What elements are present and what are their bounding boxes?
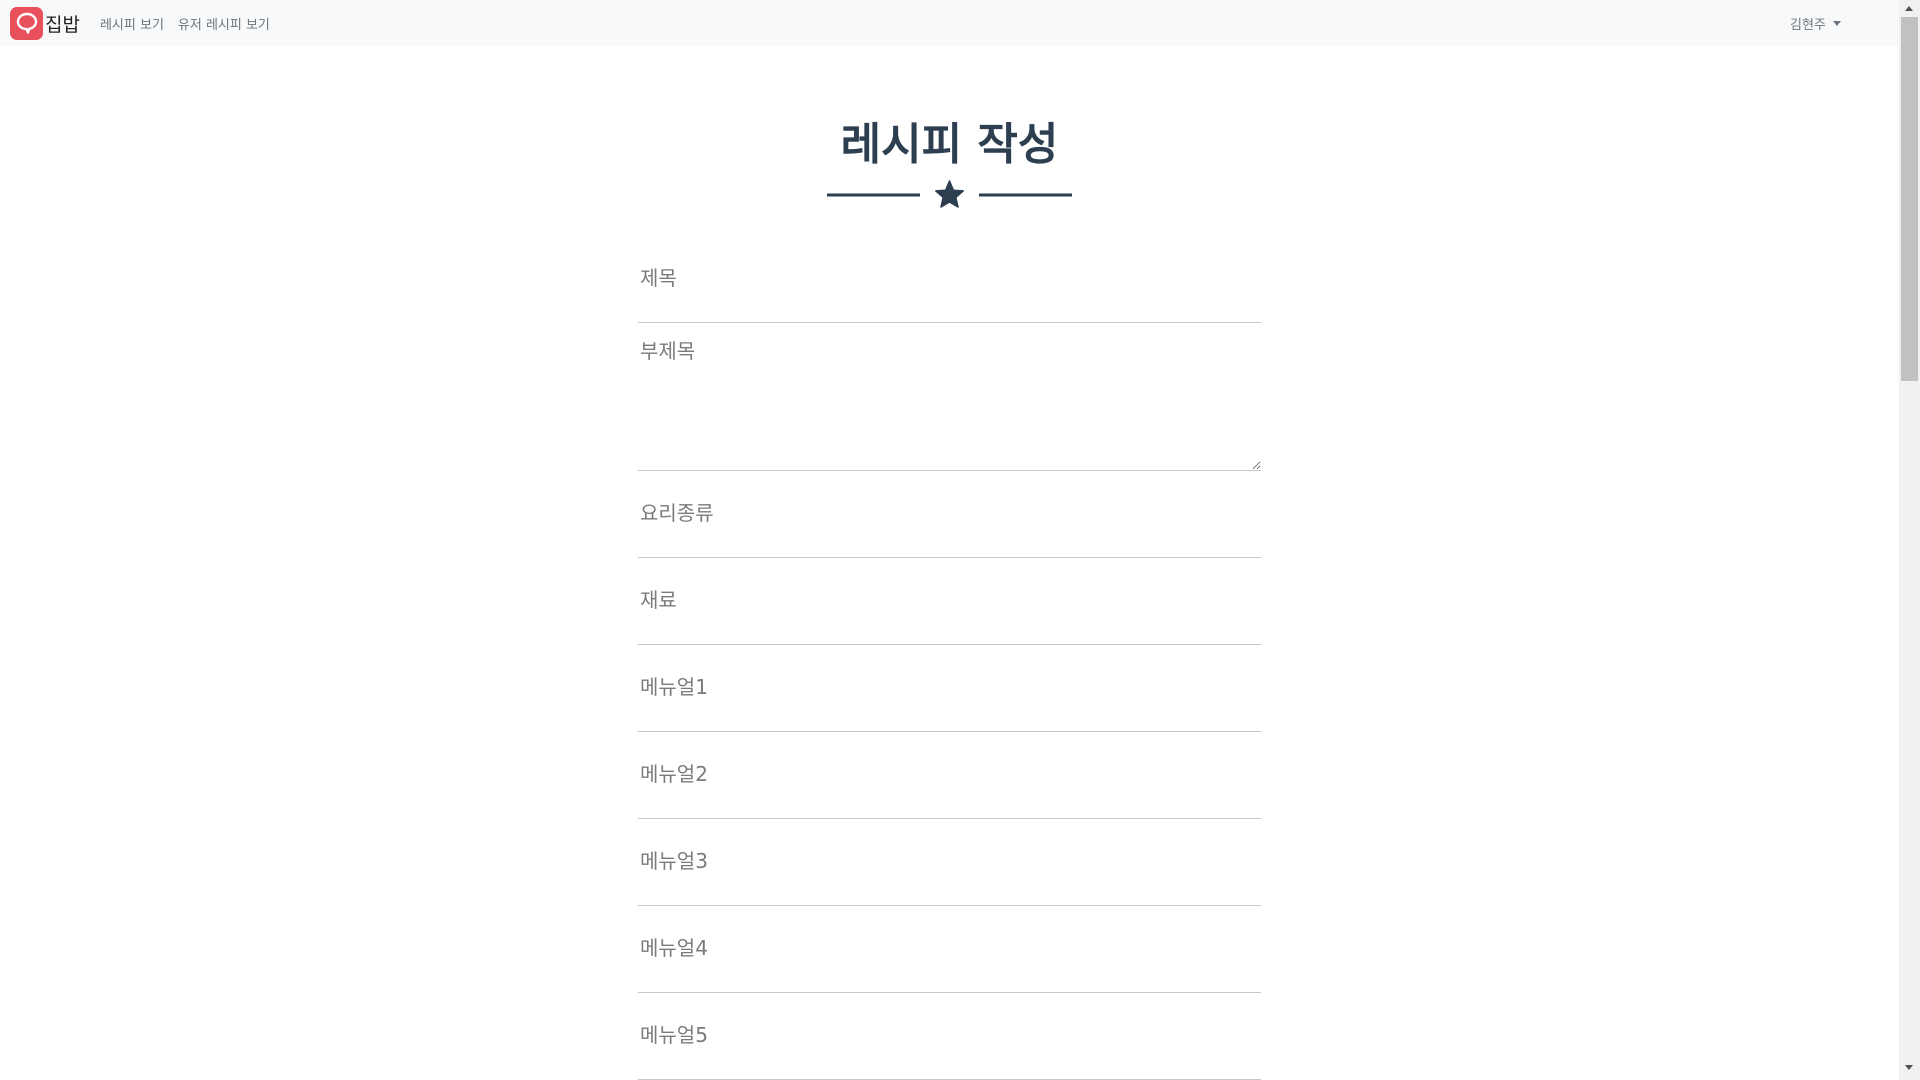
ingredients-input[interactable] <box>638 558 1261 645</box>
caret-down-icon <box>1832 20 1841 26</box>
star-divider-icon <box>827 180 1072 208</box>
title-divider <box>827 177 1072 213</box>
manual2-input[interactable] <box>638 732 1261 819</box>
scrollbar-thumb[interactable] <box>1901 17 1918 381</box>
title-input[interactable] <box>638 236 1261 323</box>
brand-name: 집밥 <box>45 13 80 36</box>
nav-link-recipes[interactable]: 레시피 보기 <box>100 14 164 33</box>
vertical-scrollbar[interactable] <box>1899 0 1920 1080</box>
manual5-input[interactable] <box>638 993 1261 1080</box>
brand-link[interactable]: 집밥 <box>10 6 80 40</box>
manual3-input[interactable] <box>638 819 1261 906</box>
category-input[interactable] <box>638 471 1261 558</box>
top-navbar: 집밥 레시피 보기 유저 레시피 보기 김현주 <box>0 0 1899 46</box>
scroll-up-arrow-icon[interactable] <box>1905 6 1913 11</box>
nav-link-user-recipes[interactable]: 유저 레시피 보기 <box>178 14 270 33</box>
manual4-input[interactable] <box>638 906 1261 993</box>
user-dropdown[interactable]: 김현주 <box>1790 0 1841 46</box>
scroll-down-arrow-icon[interactable] <box>1905 1065 1913 1070</box>
chat-bubble-logo-icon <box>10 6 43 40</box>
subtitle-textarea[interactable] <box>638 323 1261 471</box>
user-name: 김현주 <box>1790 17 1826 33</box>
manual1-input[interactable] <box>638 645 1261 732</box>
page-title: 레시피 작성 <box>840 119 1059 170</box>
recipe-form <box>638 236 1261 1080</box>
